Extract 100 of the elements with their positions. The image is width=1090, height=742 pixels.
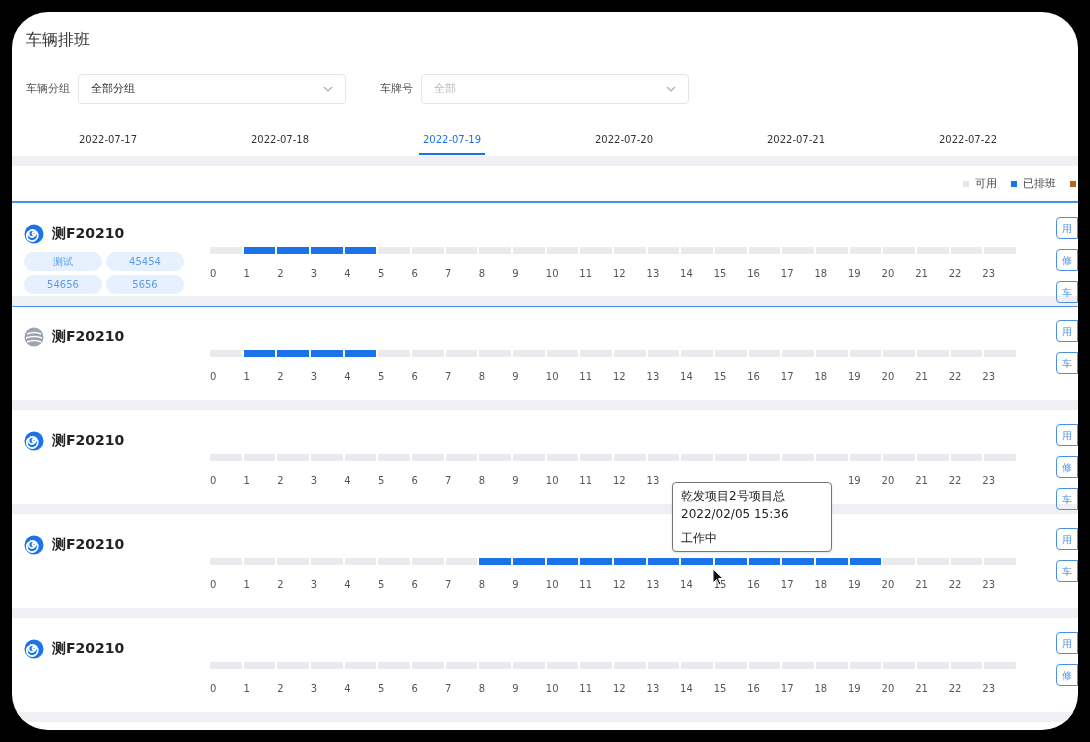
hour-label: 8 xyxy=(478,579,485,590)
action-button[interactable]: 修 xyxy=(1056,456,1078,478)
hour-label: 5 xyxy=(377,371,385,382)
action-button[interactable]: 车 xyxy=(1056,488,1078,510)
action-button[interactable]: 用 xyxy=(1056,528,1078,550)
hour-label: 6 xyxy=(411,371,418,382)
plate-number: 测F20210 xyxy=(52,639,125,658)
action-button[interactable]: 修 xyxy=(1056,249,1078,271)
hour-label: 21 xyxy=(915,475,928,486)
hour-label: 23 xyxy=(982,683,996,694)
hour-label: 5 xyxy=(377,475,385,486)
hour-label: 22 xyxy=(948,268,962,279)
plate-number: 测F20210 xyxy=(52,535,125,554)
action-button[interactable]: 车 xyxy=(1056,281,1078,303)
hour-label: 7 xyxy=(445,371,452,382)
hour-label: 7 xyxy=(445,683,452,694)
hour-label: 4 xyxy=(344,371,351,382)
plate-number: 测F20210 xyxy=(52,224,125,243)
hour-label: 5 xyxy=(377,683,385,694)
tag: 45454 xyxy=(106,252,184,271)
hour-label: 6 xyxy=(411,579,418,590)
hour-label: 9 xyxy=(512,371,519,382)
filter-label: 车牌号 xyxy=(380,80,413,97)
hour-label: 17 xyxy=(780,371,794,382)
hour-label: 8 xyxy=(478,475,485,486)
action-button[interactable]: 车 xyxy=(1056,560,1078,582)
hour-label: 19 xyxy=(848,371,861,382)
hour-label: 6 xyxy=(411,475,418,486)
hour-label: 21 xyxy=(915,371,928,382)
hour-label: 23 xyxy=(982,268,996,279)
hour-label: 7 xyxy=(445,579,452,590)
hour-label: 6 xyxy=(411,268,418,279)
hour-label: 22 xyxy=(948,579,962,590)
hour-label: 18 xyxy=(814,268,828,279)
plate-number: 测F20210 xyxy=(52,431,125,450)
hour-label: 13 xyxy=(646,683,660,694)
action-button[interactable]: 车 xyxy=(1056,352,1078,374)
hour-label: 20 xyxy=(881,579,895,590)
hour-label: 22 xyxy=(948,683,962,694)
hour-label: 23 xyxy=(982,475,996,486)
hour-label: 20 xyxy=(881,475,895,486)
action-button[interactable]: 用 xyxy=(1056,320,1078,342)
hour-label: 0 xyxy=(210,475,217,486)
tag: 54656 xyxy=(24,275,102,294)
hour-label: 18 xyxy=(814,371,828,382)
hour-label: 0 xyxy=(210,579,217,590)
hour-label: 15 xyxy=(713,683,727,694)
hour-label: 13 xyxy=(646,475,660,486)
hour-label: 12 xyxy=(612,683,626,694)
action-button[interactable]: 用 xyxy=(1056,632,1078,654)
hour-label: 5 xyxy=(377,268,385,279)
tag: 5656 xyxy=(106,275,184,294)
action-button[interactable]: 用 xyxy=(1056,217,1078,239)
hour-label: 23 xyxy=(982,579,996,590)
hour-label: 20 xyxy=(881,268,895,279)
vehicle-row[interactable]: 测F20210 0 1 2 3 4 5 6 7 8 9 10 11 12 13 14 15 16 17 18 19 20 21 22 23 用 修 xyxy=(12,618,1078,722)
date-tab[interactable]: 2022-07-18 xyxy=(246,132,314,155)
select-field[interactable]: 全部分组 xyxy=(78,74,346,104)
legend-label: 可用 xyxy=(975,175,997,192)
hour-label: 1 xyxy=(243,371,250,382)
vehicle-row[interactable]: 测F20210 测试 45454 54656 5656 0 1 2 3 4 5 6 7 8 9 10 11 12 13 14 15 16 17 18 19 20 21 22 23 用 修 车 xyxy=(12,202,1078,306)
hour-label: 14 xyxy=(680,371,693,382)
hour-label: 14 xyxy=(680,683,693,694)
hour-label: 16 xyxy=(747,268,760,279)
chevron-icon xyxy=(323,86,333,92)
action-button[interactable]: 修 xyxy=(1056,664,1078,686)
hour-label: 11 xyxy=(579,371,593,382)
hour-label: 10 xyxy=(545,475,559,486)
hour-label: 8 xyxy=(478,268,485,279)
hour-label: 16 xyxy=(747,371,760,382)
hour-label: 2 xyxy=(277,268,284,279)
tag: 测试 xyxy=(24,252,102,271)
hour-label: 14 xyxy=(680,268,693,279)
hour-label: 15 xyxy=(713,371,727,382)
select-field[interactable]: 全部 xyxy=(421,74,689,104)
hour-label: 1 xyxy=(243,268,250,279)
hour-label: 3 xyxy=(310,268,318,279)
hour-label: 21 xyxy=(915,683,928,694)
hour-label: 18 xyxy=(814,683,828,694)
date-tab[interactable]: 2022-07-21 xyxy=(762,132,830,155)
hour-label: 11 xyxy=(579,683,593,694)
hour-label: 17 xyxy=(780,683,794,694)
hour-label: 13 xyxy=(646,268,660,279)
hour-label: 9 xyxy=(512,268,519,279)
hour-label: 22 xyxy=(948,371,962,382)
date-tab[interactable]: 2022-07-22 xyxy=(934,132,1002,155)
action-button[interactable]: 用 xyxy=(1056,424,1078,446)
plate-number: 测F20210 xyxy=(52,327,125,346)
vehicle-row[interactable]: 测F20210 0 1 2 3 4 5 6 7 8 9 10 11 12 13 14 15 16 17 18 19 20 21 22 23 用 车 xyxy=(12,306,1078,410)
hour-label: 11 xyxy=(579,268,593,279)
hour-label: 2 xyxy=(277,371,284,382)
legend-label: 已排班 xyxy=(1023,175,1056,192)
hour-label: 11 xyxy=(579,475,593,486)
hour-label: 6 xyxy=(411,683,418,694)
hour-label: 20 xyxy=(881,683,895,694)
date-tab[interactable]: 2022-07-17 xyxy=(74,132,142,155)
hour-label: 20 xyxy=(881,371,895,382)
date-tab[interactable]: 2022-07-20 xyxy=(590,132,658,155)
hour-label: 12 xyxy=(612,371,626,382)
hour-label: 3 xyxy=(310,371,318,382)
